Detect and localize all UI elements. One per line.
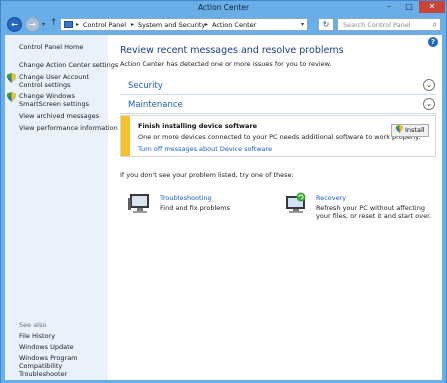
chevron-down-icon[interactable]: ⌄ [423,98,435,110]
title-bar[interactable]: Action Center – □ ✕ [1,1,446,15]
breadcrumb-action-center[interactable]: Action Center [212,21,256,29]
sidebar: Control Panel Home Change Action Center … [5,35,118,380]
address-bar[interactable]: ▸ Control Panel ▸ System and Security ▸ … [60,18,308,31]
refresh-button[interactable]: ↻ [318,18,334,31]
troubleshooting-description: Find and fix problems [160,204,230,212]
minimize-button[interactable]: – [379,1,399,13]
recovery-link[interactable]: Recovery [316,194,346,202]
address-dropdown-icon[interactable]: ▾ [301,21,304,28]
uac-shield-icon [7,73,16,83]
section-maintenance[interactable]: Maintenance ⌄ [120,98,436,114]
see-also-compatibility-troubleshooter[interactable]: Windows Program Compatibility Troublesho… [19,354,107,378]
alert-severity-stripe [121,116,130,156]
window-frame: Action Center – □ ✕ ← → ▾ ↑ ▸ Control Pa… [0,0,447,383]
sidebar-item-change-action-center-settings[interactable]: Change Action Center settings [19,61,118,69]
chevron-down-icon[interactable]: ⌄ [423,79,435,91]
see-also-windows-update[interactable]: Windows Update [19,343,74,351]
recovery-icon [286,192,306,213]
troubleshooting-option[interactable]: Troubleshooting Find and fix problems [128,192,278,222]
turn-off-messages-link[interactable]: Turn off messages about Device software [138,145,272,153]
troubleshooting-icon [128,194,149,213]
install-button[interactable]: Install [391,124,429,137]
page-subtitle: Action Center has detected one or more i… [120,60,332,68]
alert-title: Finish installing device software [138,122,258,130]
breadcrumb-separator[interactable]: ▸ [131,21,134,28]
section-maintenance-label[interactable]: Maintenance [128,100,183,110]
sidebar-item-view-performance-information[interactable]: View performance information [19,124,118,132]
uac-shield-icon [7,92,16,102]
see-also-file-history[interactable]: File History [19,332,55,340]
content-area: Control Panel Home Change Action Center … [5,35,442,380]
back-button[interactable]: ← [7,17,22,32]
main-panel: ? Review recent messages and resolve pro… [108,35,442,380]
search-input[interactable]: Search Control Panel ⌕ [337,18,441,31]
help-icon[interactable]: ? [428,37,438,47]
search-icon[interactable]: ⌕ [433,20,437,30]
recent-locations-dropdown[interactable]: ▾ [42,21,45,28]
troubleshoot-prompt: If you don't see your problem listed, tr… [120,171,294,179]
up-button[interactable]: ↑ [50,18,58,28]
breadcrumb-separator[interactable]: ▸ [205,21,208,28]
maintenance-alert: Finish installing device software One or… [120,115,436,157]
close-button[interactable]: ✕ [419,1,445,13]
breadcrumb-system-and-security[interactable]: System and Security [138,21,205,29]
maximize-button[interactable]: □ [399,1,419,13]
recovery-description-line: your files, or reset it and start over. [316,212,432,220]
recovery-description: Refresh your PC without affecting your f… [316,204,431,220]
uac-shield-icon [396,125,403,133]
page-title: Review recent messages and resolve probl… [120,45,344,56]
sidebar-item-view-archived-messages[interactable]: View archived messages [19,112,99,120]
recovery-description-line: Refresh your PC without affecting [316,204,425,212]
recovery-option[interactable]: Recovery Refresh your PC without affecti… [284,192,434,222]
forward-button[interactable]: → [25,17,40,32]
breadcrumb-control-panel[interactable]: Control Panel [83,21,126,29]
sidebar-item-change-smartscreen-settings[interactable]: Change Windows SmartScreen settings [19,92,107,108]
troubleshooting-link[interactable]: Troubleshooting [160,194,212,202]
navigation-bar: ← → ▾ ↑ ▸ Control Panel ▸ System and Sec… [1,15,446,35]
control-panel-icon [64,21,73,28]
breadcrumb-separator[interactable]: ▸ [76,21,79,28]
install-button-label: Install [405,126,425,134]
sidebar-item-control-panel-home[interactable]: Control Panel Home [19,43,83,51]
sidebar-item-change-uac-settings[interactable]: Change User Account Control settings [19,73,107,89]
section-security-label[interactable]: Security [128,81,163,91]
alert-description: One or more devices connected to your PC… [138,133,421,141]
see-also-heading: See also [19,321,47,329]
search-placeholder: Search Control Panel [343,21,411,29]
section-security[interactable]: Security ⌄ [120,79,436,95]
